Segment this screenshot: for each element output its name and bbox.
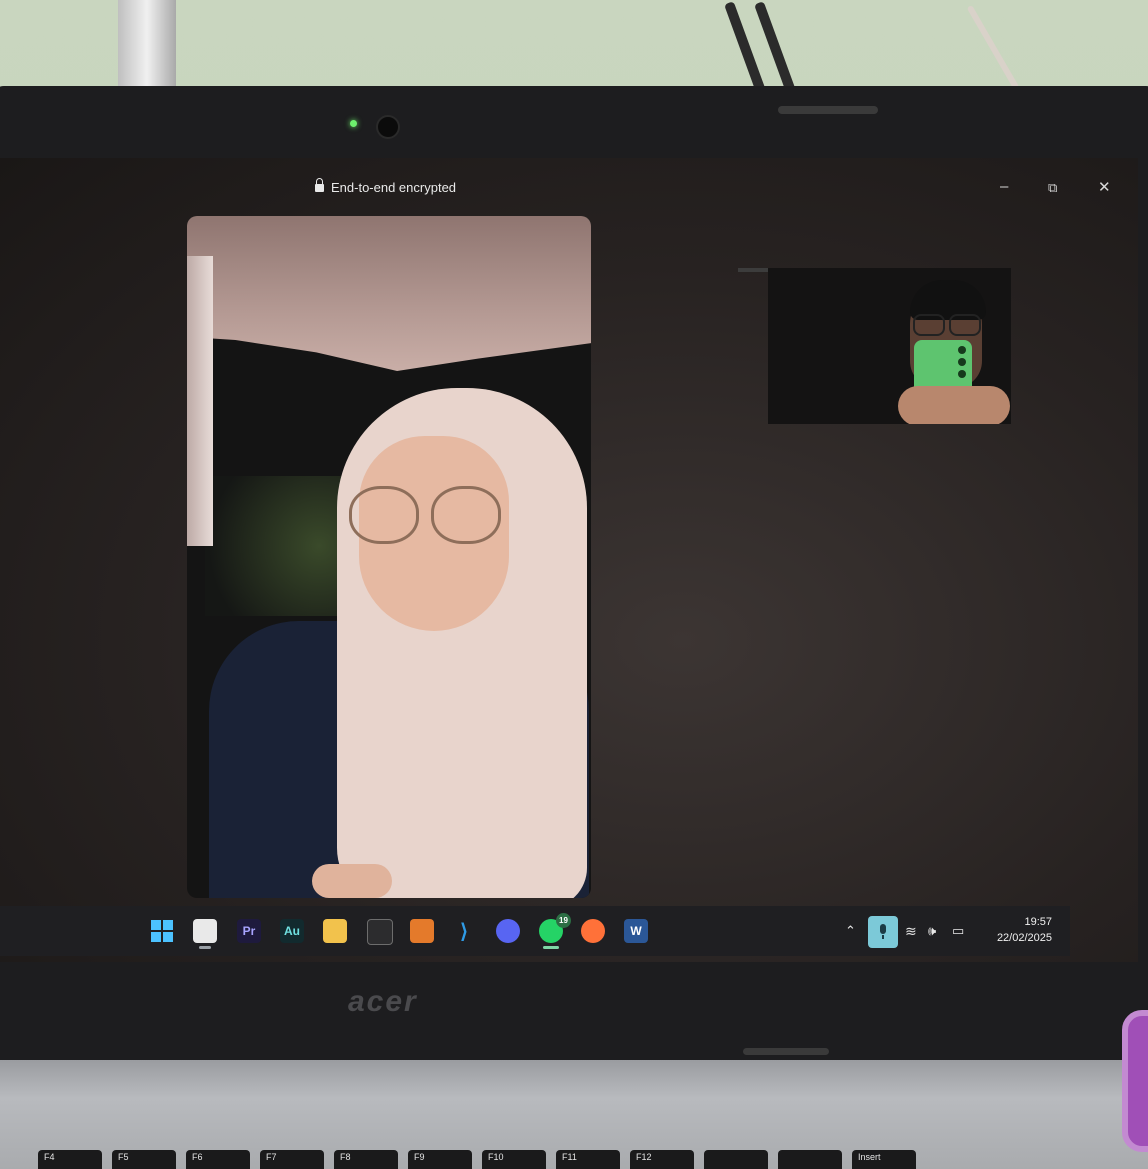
self-hand xyxy=(898,386,1010,424)
key-insert[interactable]: Insert xyxy=(852,1150,916,1169)
key-f11[interactable]: F11 xyxy=(556,1150,620,1169)
restore-button[interactable]: ⧉ xyxy=(1048,180,1057,196)
whatsapp-unread-badge: 19 xyxy=(556,913,571,928)
key-f5[interactable]: F5 xyxy=(112,1150,176,1169)
firefox-icon[interactable] xyxy=(581,919,605,943)
clock-time: 19:57 xyxy=(1024,916,1052,928)
camera-indicator-light xyxy=(350,120,357,127)
encryption-label: End-to-end encrypted xyxy=(331,180,457,195)
screen-bottom-bezel xyxy=(0,962,1110,1062)
laptop-screen: End-to-end encrypted – ⧉ ✕ Pr Au ⟩ 19 W … xyxy=(0,158,1138,962)
encryption-notice: End-to-end encrypted xyxy=(315,177,457,195)
show-hidden-icons-chevron-icon[interactable]: ⌃ xyxy=(845,906,856,956)
volume-icon[interactable]: 🕪 xyxy=(928,906,936,956)
lid-bottom-bumper xyxy=(743,1048,829,1055)
file-explorer-icon[interactable] xyxy=(323,919,347,943)
lock-icon xyxy=(315,177,324,193)
taskbar-clock[interactable]: 19:57 22/02/2025 xyxy=(980,914,1052,946)
vscode-icon[interactable]: ⟩ xyxy=(452,919,476,943)
close-button[interactable]: ✕ xyxy=(1098,178,1111,196)
wifi-icon[interactable]: ≋ xyxy=(905,906,917,956)
premiere-pro-icon[interactable]: Pr xyxy=(237,919,261,943)
notepad-icon[interactable] xyxy=(193,919,217,949)
key-f10[interactable]: F10 xyxy=(482,1150,546,1169)
key-f12[interactable]: F12 xyxy=(630,1150,694,1169)
whatsapp-icon[interactable]: 19 xyxy=(539,913,571,949)
key-f8[interactable]: F8 xyxy=(334,1150,398,1169)
key-unlabeled[interactable] xyxy=(704,1150,768,1169)
clock-date: 22/02/2025 xyxy=(996,932,1052,944)
battery-icon[interactable]: ▭ xyxy=(952,906,964,956)
key-f9[interactable]: F9 xyxy=(408,1150,472,1169)
function-key-row: F4 F5 F6 F7 F8 F9 F10 F11 F12 Insert xyxy=(0,1150,1148,1169)
self-view-video[interactable] xyxy=(768,268,1011,424)
key-f6[interactable]: F6 xyxy=(186,1150,250,1169)
video-umbrella xyxy=(187,216,591,371)
microphone-in-use-icon[interactable] xyxy=(868,916,898,948)
key-f7[interactable]: F7 xyxy=(260,1150,324,1169)
lid-bumper xyxy=(778,106,878,114)
laptop-brand-logo: acer xyxy=(348,985,418,1018)
key-f4[interactable]: F4 xyxy=(38,1150,102,1169)
participant-hand xyxy=(312,864,392,898)
windows-taskbar: Pr Au ⟩ 19 W ⌃ ≋ 🕪 ▭ 19:57 22/02/2025 xyxy=(0,906,1070,956)
remote-video[interactable] xyxy=(187,216,591,898)
word-icon[interactable]: W xyxy=(624,919,648,943)
background-purple-object xyxy=(1122,1010,1148,1152)
background-cable xyxy=(966,4,1020,91)
davinci-resolve-icon[interactable] xyxy=(367,919,393,945)
webcam xyxy=(376,115,400,139)
app-orange-icon[interactable] xyxy=(410,919,434,943)
key-unlabeled[interactable] xyxy=(778,1150,842,1169)
audition-icon[interactable]: Au xyxy=(280,919,304,943)
minimize-button[interactable]: – xyxy=(1000,178,1008,195)
video-pole xyxy=(187,256,213,546)
self-glasses xyxy=(913,314,983,336)
participant-glasses xyxy=(349,486,509,546)
discord-icon[interactable] xyxy=(496,919,520,943)
start-icon[interactable] xyxy=(150,919,174,943)
background-post xyxy=(118,0,176,90)
